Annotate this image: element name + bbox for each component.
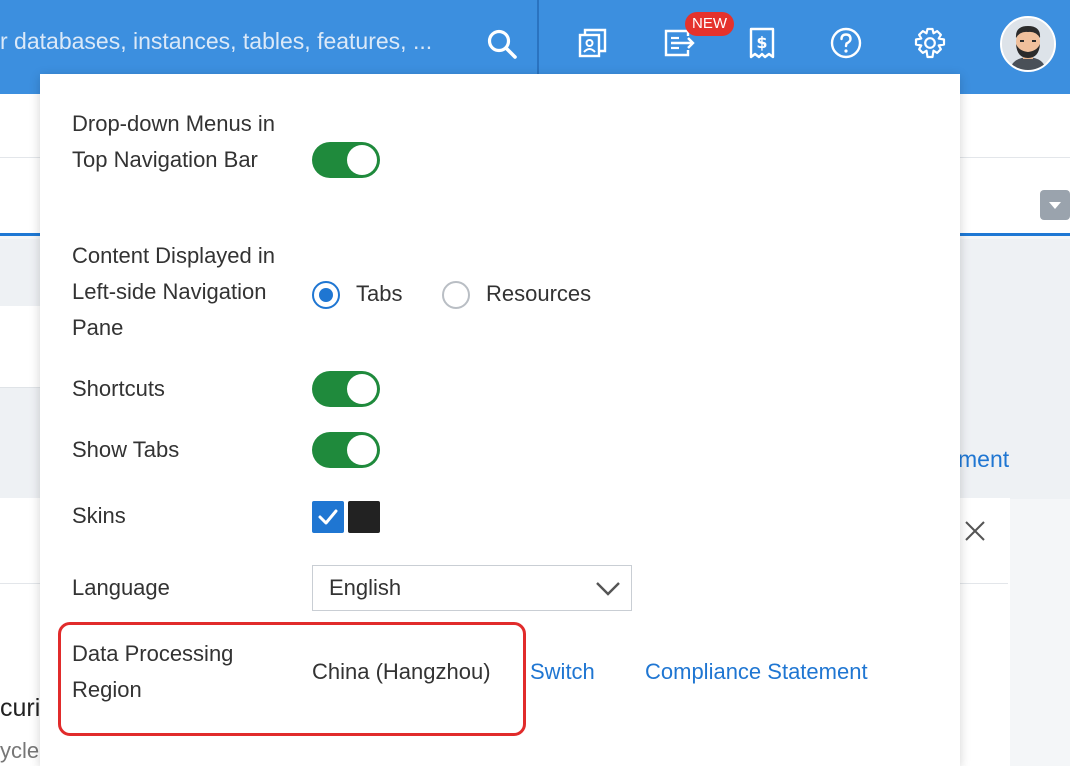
resources-radio[interactable]: [442, 281, 470, 309]
workspace-icon[interactable]: [576, 26, 610, 60]
chevron-down-icon[interactable]: [1040, 190, 1070, 220]
new-badge: NEW: [685, 12, 734, 36]
checkmark-icon: [318, 509, 338, 525]
show-tabs-toggle[interactable]: [312, 432, 380, 468]
shortcuts-label: Shortcuts: [72, 376, 165, 401]
background-card: [0, 306, 45, 388]
help-icon[interactable]: [829, 26, 863, 60]
language-select[interactable]: English: [312, 565, 632, 611]
chevron-down-icon: [596, 582, 620, 596]
dropdown-menus-toggle[interactable]: [312, 142, 380, 178]
gear-icon[interactable]: [913, 26, 947, 60]
avatar[interactable]: [1000, 16, 1056, 72]
background-text: ycle: [0, 738, 40, 763]
dropdown-menus-label: Drop-down Menus in Top Navigation Bar: [72, 111, 275, 172]
language-value: English: [329, 575, 402, 600]
compliance-statement-link[interactable]: Compliance Statement: [645, 654, 868, 690]
switch-region-link[interactable]: Switch: [530, 654, 595, 690]
tabs-radio[interactable]: [312, 281, 340, 309]
content-displayed-label: Content Displayed in Left-side Navigatio…: [72, 243, 276, 340]
skin-dark[interactable]: [348, 501, 380, 533]
search-input[interactable]: r databases, instances, tables, features…: [0, 28, 432, 55]
show-tabs-label: Show Tabs: [72, 437, 180, 462]
tabs-radio-label[interactable]: Tabs: [356, 277, 402, 311]
billing-icon[interactable]: $: [745, 26, 779, 60]
search-icon[interactable]: [486, 28, 518, 60]
close-icon[interactable]: [962, 518, 988, 544]
skins-label: Skins: [72, 503, 126, 528]
background-link[interactable]: ment: [958, 446, 1009, 473]
svg-text:$: $: [756, 33, 767, 52]
user-avatar-icon: [1002, 18, 1054, 70]
shortcuts-toggle[interactable]: [312, 371, 380, 407]
skin-blue[interactable]: [312, 501, 344, 533]
region-highlight-box: [58, 622, 526, 736]
background-heading: curi: [0, 694, 41, 722]
language-label: Language: [72, 575, 170, 600]
topbar-divider: [537, 0, 539, 74]
resources-radio-label[interactable]: Resources: [486, 277, 591, 311]
